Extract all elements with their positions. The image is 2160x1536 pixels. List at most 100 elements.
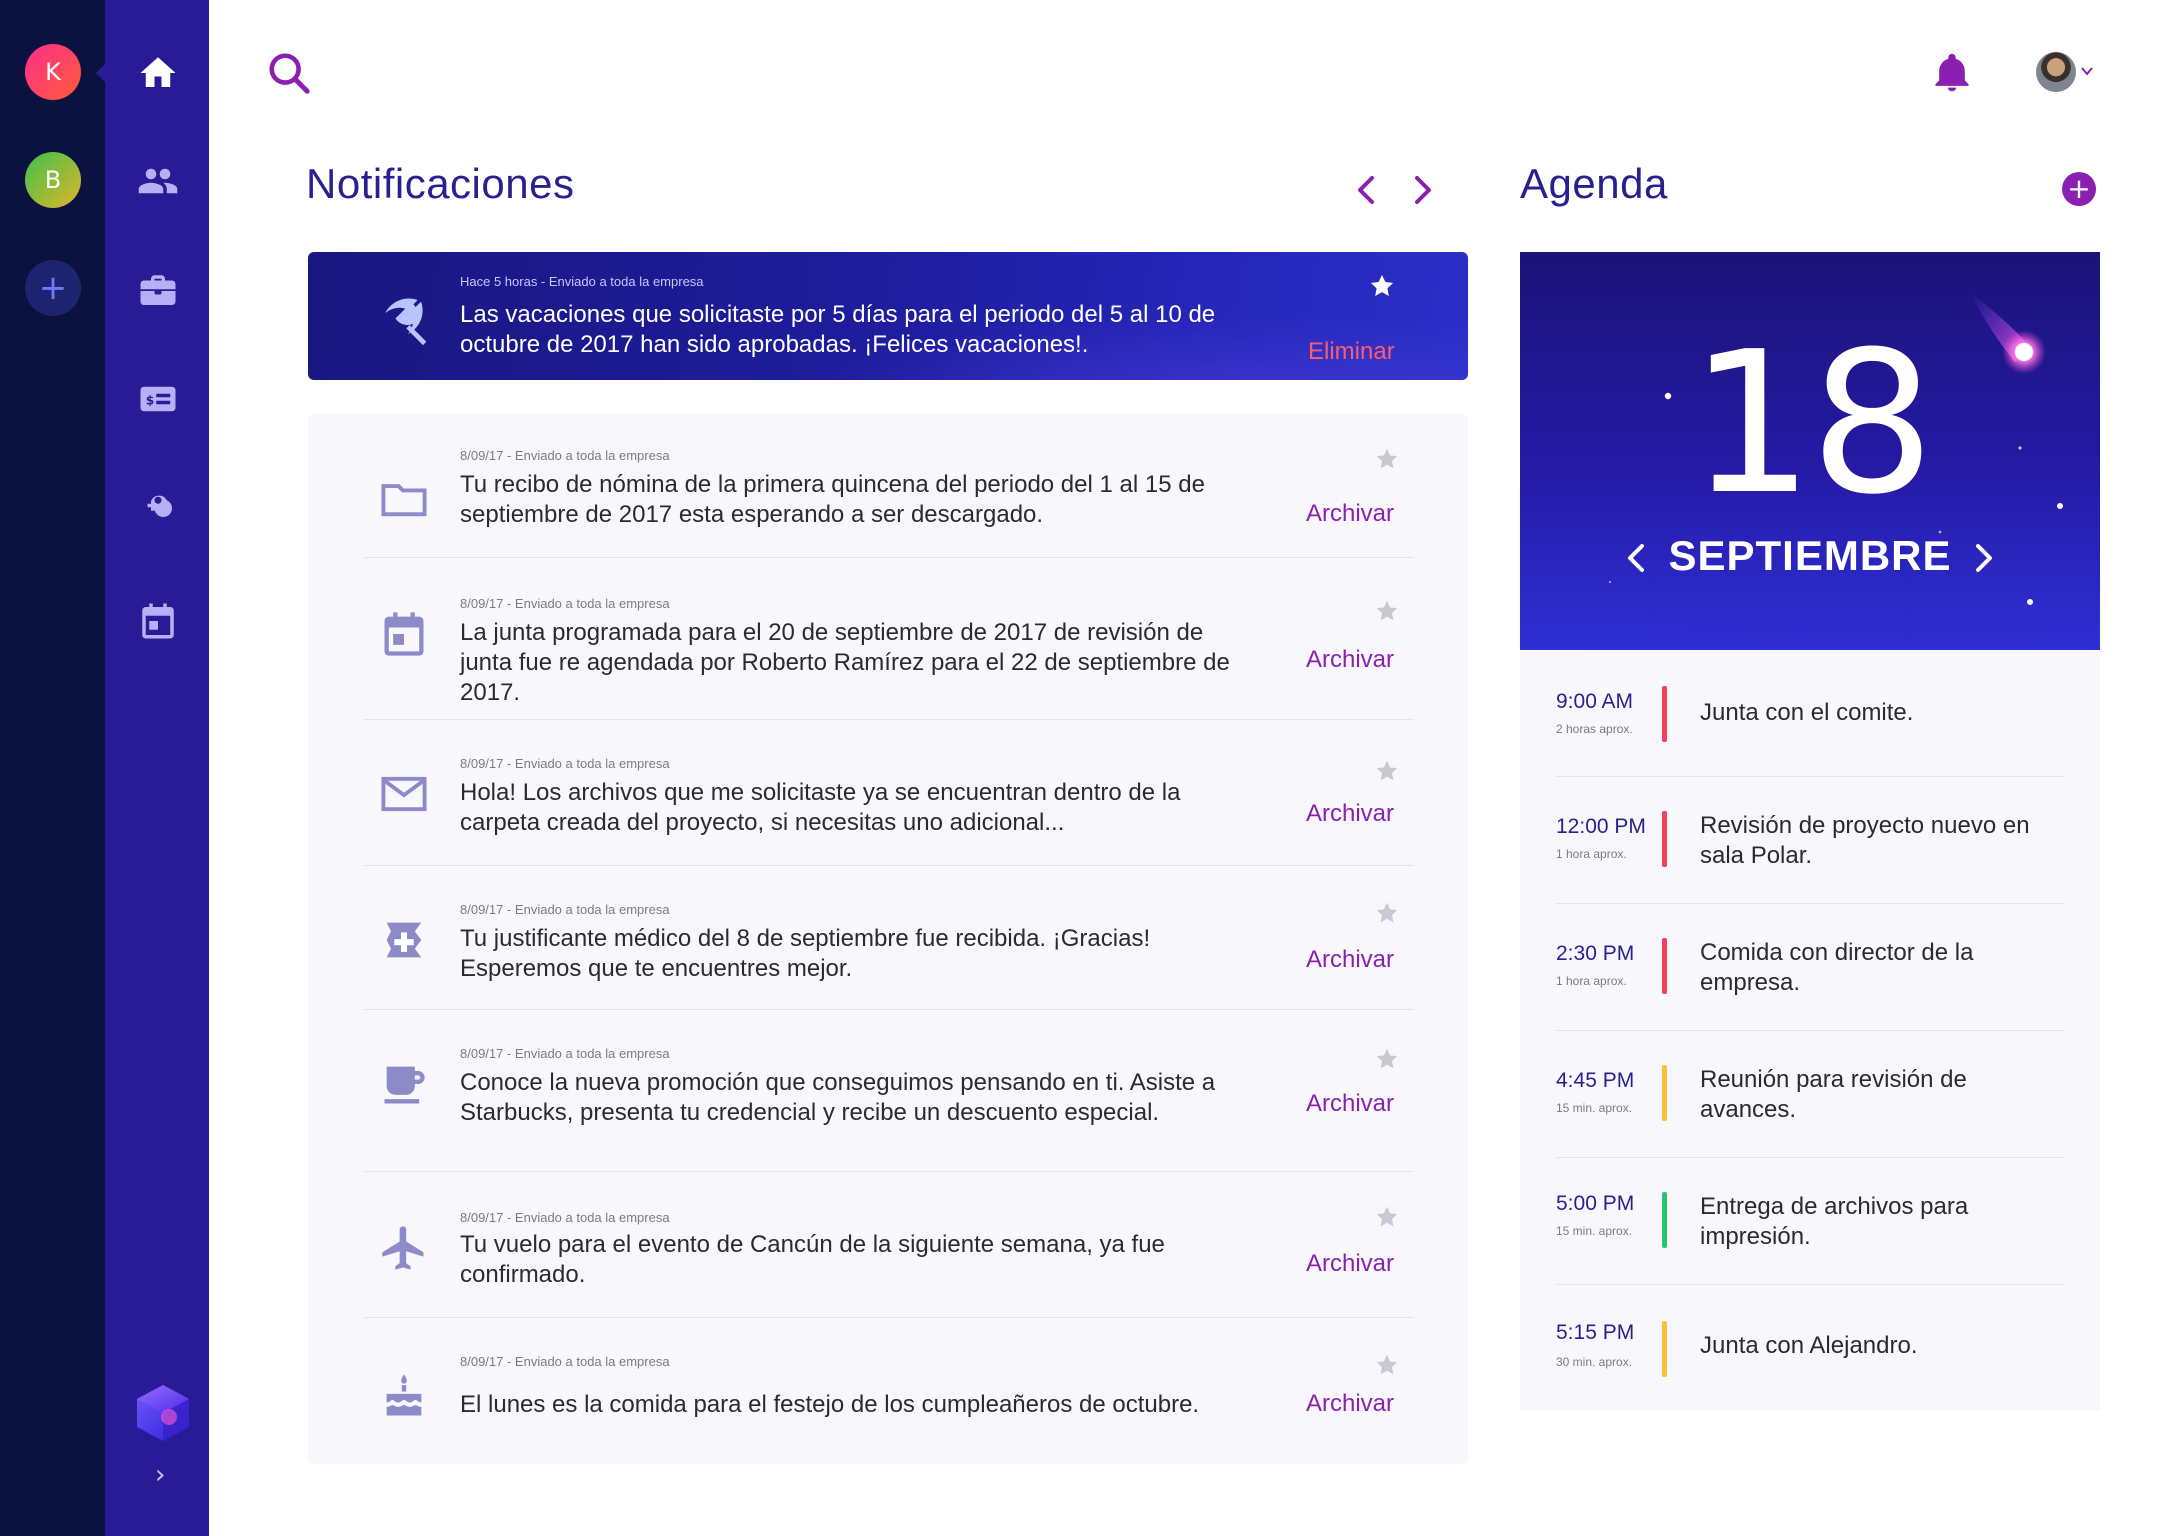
- event-duration: 15 min. aprox.: [1556, 1224, 1633, 1238]
- row-meta: 8/09/17 - Enviado a toda la empresa: [460, 756, 670, 771]
- event-title: Junta con el comite.: [1700, 699, 1914, 726]
- workspace-rail: K B +: [0, 0, 105, 1536]
- chevron-right-icon[interactable]: [1405, 170, 1439, 210]
- archive-button[interactable]: Archivar: [1306, 946, 1394, 974]
- row-meta: 8/09/17 - Enviado a toda la empresa: [460, 596, 670, 611]
- chevron-down-icon[interactable]: [2080, 64, 2094, 78]
- archive-button[interactable]: Archivar: [1306, 1090, 1394, 1118]
- delete-button[interactable]: Eliminar: [1308, 338, 1395, 366]
- row-meta: 8/09/17 - Enviado a toda la empresa: [460, 902, 670, 917]
- agenda-event[interactable]: 5:00 PM 15 min. aprox. Entrega de archiv…: [1556, 1158, 2064, 1285]
- event-title: Revisión de proyecto nuevo en sala Polar…: [1700, 812, 2030, 869]
- event-title: Junta con Alejandro.: [1700, 1332, 1918, 1359]
- list-item: 8/09/17 - Enviado a toda la empresa Cono…: [364, 1010, 1414, 1172]
- add-event-button[interactable]: +: [2062, 172, 2096, 206]
- row-text: El lunes es la comida para el festejo de…: [460, 1391, 1200, 1418]
- row-meta: 8/09/17 - Enviado a toda la empresa: [460, 1046, 670, 1061]
- agenda-event[interactable]: 12:00 PM 1 hora aprox. Revisión de proye…: [1556, 777, 2064, 904]
- chevron-right-icon[interactable]: [1968, 538, 1998, 578]
- nav-key[interactable]: [135, 486, 181, 532]
- list-item: 8/09/17 - Enviado a toda la empresa Tu r…: [364, 414, 1414, 558]
- archive-button[interactable]: Archivar: [1306, 800, 1394, 828]
- event-time: 9:00 AM: [1556, 690, 1634, 713]
- event-duration: 1 hora aprox.: [1556, 847, 1627, 861]
- event-title: Entrega de archivos para impresión.: [1700, 1193, 1969, 1250]
- list-item: 8/09/17 - Enviado a toda la empresa El l…: [364, 1318, 1414, 1458]
- calendar-month: SEPTIEMBRE: [1668, 532, 1952, 579]
- beach-umbrella-icon: [385, 298, 427, 346]
- archive-button[interactable]: Archivar: [1306, 646, 1394, 674]
- event-color-bar: [1662, 1192, 1667, 1248]
- cube-logo-icon[interactable]: [135, 1383, 191, 1443]
- coffee-icon: [384, 1066, 425, 1104]
- row-meta: 8/09/17 - Enviado a toda la empresa: [460, 448, 670, 463]
- event-time: 2:30 PM: [1556, 942, 1635, 965]
- archive-button[interactable]: Archivar: [1306, 1390, 1394, 1418]
- event-duration: 15 min. aprox.: [1556, 1101, 1633, 1115]
- agenda-event-list: 9:00 AM 2 horas aprox. Junta con el comi…: [1520, 650, 2100, 1410]
- nav-sidebar: $ ›: [105, 0, 209, 1536]
- calendar-icon: [384, 612, 424, 656]
- list-item: 8/09/17 - Enviado a toda la empresa Hola…: [364, 720, 1414, 866]
- row-meta: 8/09/17 - Enviado a toda la empresa: [460, 1210, 670, 1225]
- star-icon[interactable]: [1368, 272, 1396, 300]
- medical-icon: [386, 922, 422, 958]
- event-title: Reunión para revisión de avances.: [1700, 1066, 1967, 1123]
- add-workspace-button[interactable]: +: [25, 260, 81, 316]
- featured-text: Las vacaciones que solicitaste por 5 día…: [460, 301, 1216, 358]
- svg-text:$: $: [146, 393, 155, 407]
- list-item: 8/09/17 - Enviado a toda la empresa La j…: [364, 558, 1414, 720]
- notification-list: 8/09/17 - Enviado a toda la empresa Tu r…: [308, 414, 1468, 1464]
- user-avatar[interactable]: [2036, 52, 2076, 92]
- bell-icon[interactable]: [1930, 50, 1974, 96]
- chevron-left-icon[interactable]: [1350, 170, 1384, 210]
- row-text: Tu vuelo para el evento de Cancún de la …: [460, 1231, 1165, 1288]
- mail-icon: [381, 776, 427, 812]
- nav-briefcase[interactable]: [135, 268, 181, 314]
- event-color-bar: [1662, 938, 1667, 994]
- agenda-event[interactable]: 9:00 AM 2 horas aprox. Junta con el comi…: [1556, 650, 2064, 777]
- star-icon[interactable]: [1374, 900, 1400, 926]
- agenda-event[interactable]: 4:45 PM 15 min. aprox. Reunión para revi…: [1556, 1031, 2064, 1158]
- star-icon[interactable]: [1374, 598, 1400, 624]
- folder-icon: [381, 484, 427, 517]
- archive-button[interactable]: Archivar: [1306, 1250, 1394, 1278]
- event-time: 4:45 PM: [1556, 1069, 1635, 1092]
- row-meta: 8/09/17 - Enviado a toda la empresa: [460, 1354, 670, 1369]
- people-icon: [138, 168, 178, 194]
- event-duration: 1 hora aprox.: [1556, 974, 1627, 988]
- star-icon[interactable]: [1374, 1204, 1400, 1230]
- key-icon: [147, 495, 172, 518]
- agenda-event[interactable]: 5:15 PM 30 min. aprox. Junta con Alejand…: [1556, 1285, 2064, 1412]
- expand-sidebar-button[interactable]: ›: [155, 1460, 165, 1490]
- nav-calendar[interactable]: [135, 598, 181, 644]
- nav-people[interactable]: [135, 158, 181, 204]
- search-icon[interactable]: [266, 50, 312, 96]
- row-text: Tu recibo de nómina de la primera quince…: [460, 471, 1205, 528]
- event-time: 5:00 PM: [1556, 1192, 1635, 1215]
- workspace-b-button[interactable]: B: [25, 152, 81, 208]
- row-text: Hola! Los archivos que me solicitaste ya…: [460, 779, 1181, 836]
- archive-button[interactable]: Archivar: [1306, 500, 1394, 528]
- featured-notification: Hace 5 horas - Enviado a toda la empresa…: [308, 252, 1468, 380]
- star-icon[interactable]: [1374, 446, 1400, 472]
- event-color-bar: [1662, 1065, 1667, 1121]
- workspace-k-button[interactable]: K: [25, 44, 81, 100]
- star-icon[interactable]: [1374, 758, 1400, 784]
- calendar-day: 18: [1689, 310, 1934, 538]
- nav-payslip[interactable]: $: [135, 376, 181, 422]
- agenda-event[interactable]: 2:30 PM 1 hora aprox. Comida con directo…: [1556, 904, 2064, 1031]
- home-icon: [140, 57, 176, 87]
- star-icon[interactable]: [1374, 1352, 1400, 1378]
- event-color-bar: [1662, 686, 1667, 742]
- agenda-title: Agenda: [1520, 160, 1668, 207]
- nav-home[interactable]: [135, 50, 181, 96]
- active-workspace-pointer: [96, 64, 105, 82]
- event-color-bar: [1662, 1321, 1667, 1377]
- star-icon[interactable]: [1374, 1046, 1400, 1072]
- row-text: Tu justificante médico del 8 de septiemb…: [460, 925, 1151, 982]
- event-color-bar: [1662, 811, 1667, 867]
- calendar-hero: 18 SEPTIEMBRE: [1520, 252, 2100, 650]
- calendar-icon: [142, 603, 174, 639]
- briefcase-icon: [140, 275, 176, 305]
